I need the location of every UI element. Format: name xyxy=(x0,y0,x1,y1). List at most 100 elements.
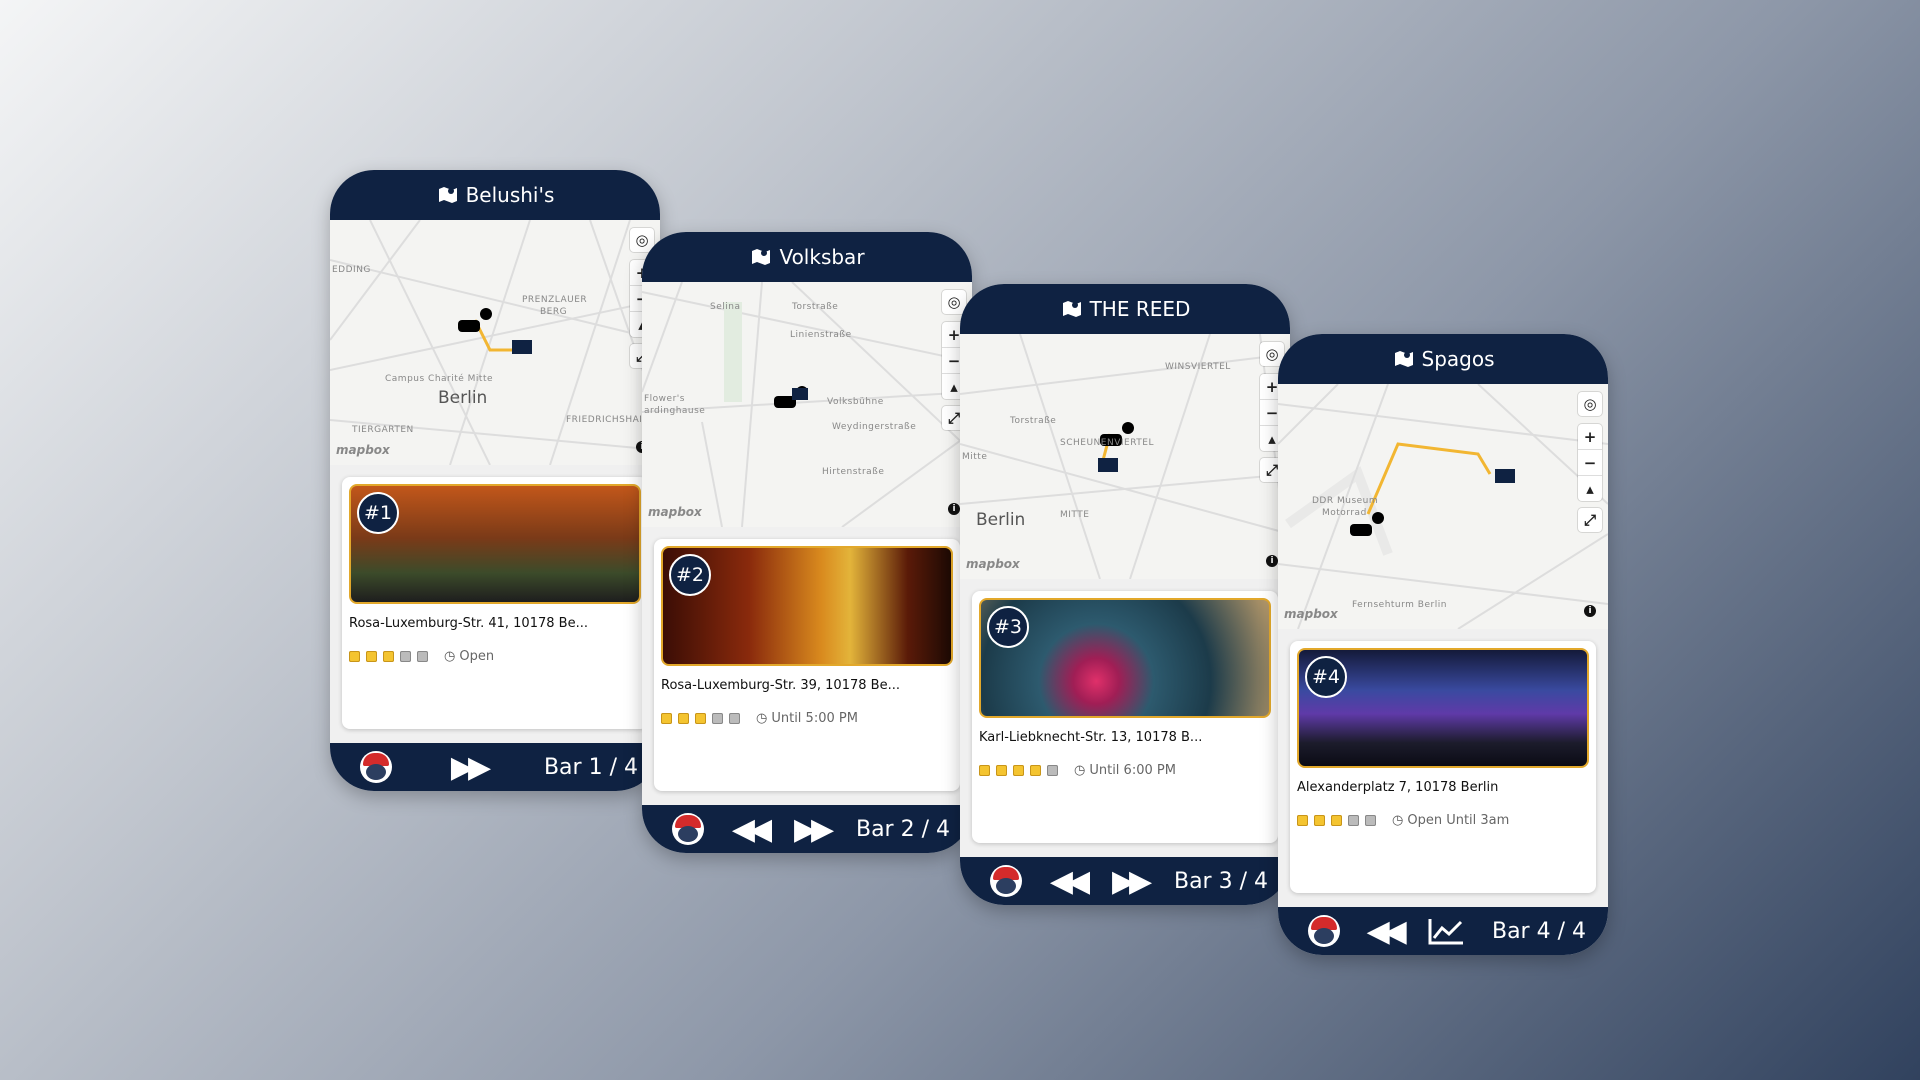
bar-hours: Until 5:00 PM xyxy=(771,711,858,726)
bar-meta: ◷ Until 5:00 PM xyxy=(661,711,953,726)
rewind-icon[interactable]: ◀◀ xyxy=(1367,914,1407,949)
bar-meta: ◷ Open Until 3am xyxy=(1297,813,1589,828)
bar-photo: #3 xyxy=(979,598,1271,718)
bar-card-1: Belushi's EDDING PRENZLAUER BERG Campus … xyxy=(330,170,660,791)
rewind-icon[interactable]: ◀◀ xyxy=(1050,864,1090,899)
info-icon[interactable]: i xyxy=(948,503,960,515)
map-label: Selina xyxy=(710,302,741,312)
card-body: #1 Rosa-Luxemburg-Str. 41, 10178 Be... ◷… xyxy=(330,465,660,743)
locate-icon[interactable]: ◎ xyxy=(1578,392,1602,416)
beer-icon xyxy=(661,713,672,724)
minus-icon[interactable]: − xyxy=(1578,450,1602,476)
bar-info-panel[interactable]: #2 Rosa-Luxemburg-Str. 39, 10178 Be... ◷… xyxy=(654,539,960,791)
map-view[interactable]: DDR Museum Motorrad Fernsehturm Berlin ◎… xyxy=(1278,384,1608,629)
beer-icon xyxy=(349,651,360,662)
bar-address: Alexanderplatz 7, 10178 Berlin xyxy=(1297,780,1499,795)
bar-info-panel[interactable]: #3 Karl-Liebknecht-Str. 13, 10178 B... ◷… xyxy=(972,591,1278,843)
beer-icon xyxy=(1314,815,1325,826)
card-body: #2 Rosa-Luxemburg-Str. 39, 10178 Be... ◷… xyxy=(642,527,972,805)
map-label: WINSVIERTEL xyxy=(1165,362,1231,372)
card-header: Spagos xyxy=(1278,334,1608,384)
beer-icon xyxy=(383,651,394,662)
card-title: Belushi's xyxy=(465,183,555,207)
map-city-label: Berlin xyxy=(438,388,488,408)
bar-meta: ◷ Until 6:00 PM xyxy=(979,763,1271,778)
card-body: #3 Karl-Liebknecht-Str. 13, 10178 B... ◷… xyxy=(960,579,1290,857)
fast-forward-icon[interactable]: ▶▶ xyxy=(794,812,834,847)
bar-card-3: THE REED WINSVIERTEL Torstraße SCHEUNENV… xyxy=(960,284,1290,905)
map-label: DDR Museum xyxy=(1312,496,1379,506)
bar-counter: Bar 1 / 4 xyxy=(543,754,638,780)
bar-card-2: Volksbar Selina Torstraße Linienstraße F… xyxy=(642,232,972,853)
mario-avatar-icon[interactable] xyxy=(360,751,392,783)
rank-badge: #3 xyxy=(987,606,1029,648)
mario-avatar-icon[interactable] xyxy=(672,813,704,845)
rewind-icon[interactable]: ◀◀ xyxy=(732,812,772,847)
info-icon[interactable]: i xyxy=(1584,605,1596,617)
card-title: Volksbar xyxy=(779,245,865,269)
bar-address: Karl-Liebknecht-Str. 13, 10178 B... xyxy=(979,730,1203,745)
info-icon[interactable]: i xyxy=(1266,555,1278,567)
map-label: BERG xyxy=(540,307,568,317)
card-footer: ◀◀ ▶▶ Bar 3 / 4 xyxy=(960,857,1290,905)
clock-icon: ◷ xyxy=(1392,813,1404,828)
bar-meta: ◷ Open xyxy=(349,649,641,664)
map-view[interactable]: Selina Torstraße Linienstraße Flower's a… xyxy=(642,282,972,527)
map-label: Linienstraße xyxy=(790,330,852,340)
fast-forward-icon[interactable]: ▶▶ xyxy=(1112,864,1152,899)
card-title: THE REED xyxy=(1089,297,1191,321)
map-label: Flower's xyxy=(644,394,685,404)
map-label: FRIEDRICHSHAIN xyxy=(566,415,650,425)
card-header: Belushi's xyxy=(330,170,660,220)
bar-hours: Open Until 3am xyxy=(1407,813,1510,828)
beer-icon xyxy=(678,713,689,724)
fullscreen-icon[interactable]: ⤢ xyxy=(1578,508,1602,532)
chart-icon[interactable] xyxy=(1427,916,1465,946)
bar-info-panel[interactable]: #1 Rosa-Luxemburg-Str. 41, 10178 Be... ◷… xyxy=(342,477,648,729)
map-label: Weydingerstraße xyxy=(832,422,917,432)
map-label: MITTE xyxy=(1060,510,1090,520)
beer-icon xyxy=(695,713,706,724)
beer-icon xyxy=(1331,815,1342,826)
bar-photo: #2 xyxy=(661,546,953,666)
beer-icon xyxy=(712,713,723,724)
compass-icon[interactable]: ▴ xyxy=(1578,476,1602,501)
beer-icon xyxy=(1013,765,1024,776)
beer-icon xyxy=(1030,765,1041,776)
map-view[interactable]: EDDING PRENZLAUER BERG Campus Charité Mi… xyxy=(330,220,660,465)
map-streets xyxy=(1278,384,1608,629)
map-marker-icon xyxy=(1394,351,1413,367)
map-label: Torstraße xyxy=(792,302,839,312)
card-footer: ▶▶ Bar 1 / 4 xyxy=(330,743,660,791)
mapbox-logo: mapbox xyxy=(648,505,702,519)
bar-info-panel[interactable]: #4 Alexanderplatz 7, 10178 Berlin ◷ Open… xyxy=(1290,641,1596,893)
card-header: THE REED xyxy=(960,284,1290,334)
fast-forward-icon[interactable]: ▶▶ xyxy=(451,750,491,785)
mario-avatar-icon[interactable] xyxy=(990,865,1022,897)
card-header: Volksbar xyxy=(642,232,972,282)
map-label: EDDING xyxy=(332,265,371,275)
beer-icon xyxy=(400,651,411,662)
zoom-controls: + − ▴ xyxy=(1578,424,1602,501)
map-label: PRENZLAUER xyxy=(522,295,588,305)
bar-photo: #4 xyxy=(1297,648,1589,768)
map-view[interactable]: WINSVIERTEL Torstraße SCHEUNENVIERTEL Mi… xyxy=(960,334,1290,579)
bar-address: Rosa-Luxemburg-Str. 41, 10178 Be... xyxy=(349,616,588,631)
card-footer: ◀◀ Bar 4 / 4 xyxy=(1278,907,1608,955)
bar-hours: Open xyxy=(459,649,495,664)
card-footer: ◀◀ ▶▶ Bar 2 / 4 xyxy=(642,805,972,853)
map-marker-icon xyxy=(1062,301,1081,317)
mapbox-logo: mapbox xyxy=(336,443,390,457)
map-label: Hirtenstraße xyxy=(822,467,885,477)
map-label: TIERGARTEN xyxy=(352,425,414,435)
plus-icon[interactable]: + xyxy=(1578,424,1602,450)
bar-card-4: Spagos DDR Museum Motorrad Fernsehturm B… xyxy=(1278,334,1608,955)
beer-icon xyxy=(1365,815,1376,826)
map-streets xyxy=(960,334,1290,579)
mario-avatar-icon[interactable] xyxy=(1308,915,1340,947)
mapbox-logo: mapbox xyxy=(966,557,1020,571)
beer-icon xyxy=(417,651,428,662)
map-label: SCHEUNENVIERTEL xyxy=(1060,438,1154,448)
bar-address: Rosa-Luxemburg-Str. 39, 10178 Be... xyxy=(661,678,900,693)
bar-counter: Bar 4 / 4 xyxy=(1491,918,1586,944)
